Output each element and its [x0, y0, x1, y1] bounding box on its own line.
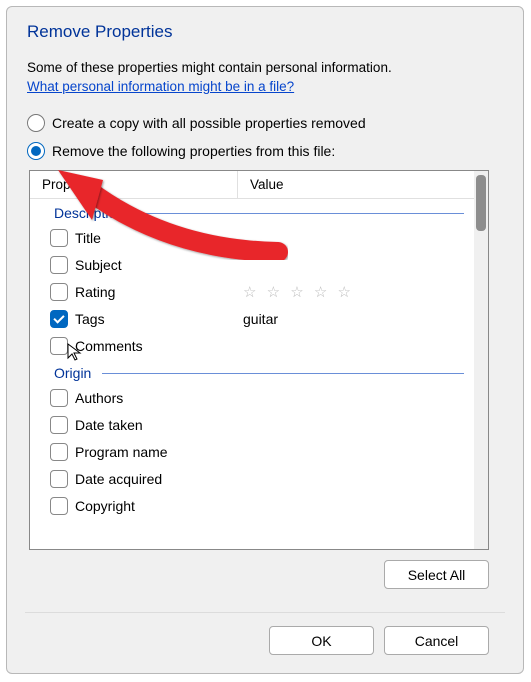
ok-button[interactable]: OK — [269, 626, 374, 655]
property-value: ☆ ☆ ☆ ☆ ☆ — [243, 283, 474, 301]
property-value: guitar — [243, 311, 474, 327]
property-name: Date acquired — [75, 471, 243, 487]
property-row[interactable]: Date taken — [30, 411, 474, 438]
property-row[interactable]: Date acquired — [30, 465, 474, 492]
property-name: Tags — [75, 311, 243, 327]
property-row[interactable]: Authors — [30, 384, 474, 411]
properties-listbox: Property Value Description Title Subject Ra… — [29, 170, 489, 550]
property-name: Comments — [75, 338, 243, 354]
property-row[interactable]: Program name — [30, 438, 474, 465]
property-name: Rating — [75, 284, 243, 300]
property-row[interactable]: Copyright — [30, 492, 474, 519]
cursor-icon — [66, 342, 86, 362]
cancel-button[interactable]: Cancel — [384, 626, 489, 655]
property-row[interactable]: Rating☆ ☆ ☆ ☆ ☆ — [30, 278, 474, 305]
property-name: Program name — [75, 444, 243, 460]
radio-icon — [27, 114, 45, 132]
checkbox[interactable] — [50, 229, 68, 247]
personal-info-link[interactable]: What personal information might be in a … — [27, 79, 294, 94]
checkbox[interactable] — [50, 283, 68, 301]
column-property[interactable]: Property — [30, 171, 238, 198]
property-name: Authors — [75, 390, 243, 406]
property-name: Date taken — [75, 417, 243, 433]
scroll-thumb[interactable] — [476, 175, 486, 231]
select-all-button[interactable]: Select All — [384, 560, 489, 589]
checkbox[interactable] — [50, 470, 68, 488]
group-header: Description — [30, 199, 474, 224]
list-header: Property Value — [30, 171, 488, 199]
property-name: Subject — [75, 257, 243, 273]
property-row[interactable]: Tagsguitar — [30, 305, 474, 332]
checkbox[interactable] — [50, 389, 68, 407]
radio-remove-following[interactable]: Remove the following properties from thi… — [27, 142, 503, 160]
checkbox[interactable] — [50, 256, 68, 274]
property-name: Copyright — [75, 498, 243, 514]
divider — [25, 612, 505, 613]
checkbox[interactable] — [50, 310, 68, 328]
checkbox[interactable] — [50, 443, 68, 461]
radio-label: Create a copy with all possible properti… — [52, 115, 366, 131]
column-value[interactable]: Value — [238, 171, 488, 198]
rating-stars-icon: ☆ ☆ ☆ ☆ ☆ — [243, 284, 354, 301]
group-header: Origin — [30, 359, 474, 384]
description-text: Some of these properties might contain p… — [27, 60, 503, 75]
property-name: Title — [75, 230, 243, 246]
remove-properties-dialog: Remove Properties Some of these properti… — [6, 6, 524, 674]
radio-label: Remove the following properties from thi… — [52, 143, 335, 159]
checkbox[interactable] — [50, 497, 68, 515]
dialog-title: Remove Properties — [27, 22, 503, 42]
property-row[interactable]: Subject — [30, 251, 474, 278]
scrollbar[interactable] — [474, 171, 488, 549]
checkbox[interactable] — [50, 416, 68, 434]
radio-icon — [27, 142, 45, 160]
property-row[interactable]: Title — [30, 224, 474, 251]
property-row[interactable]: Comments — [30, 332, 474, 359]
radio-create-copy[interactable]: Create a copy with all possible properti… — [27, 114, 503, 132]
